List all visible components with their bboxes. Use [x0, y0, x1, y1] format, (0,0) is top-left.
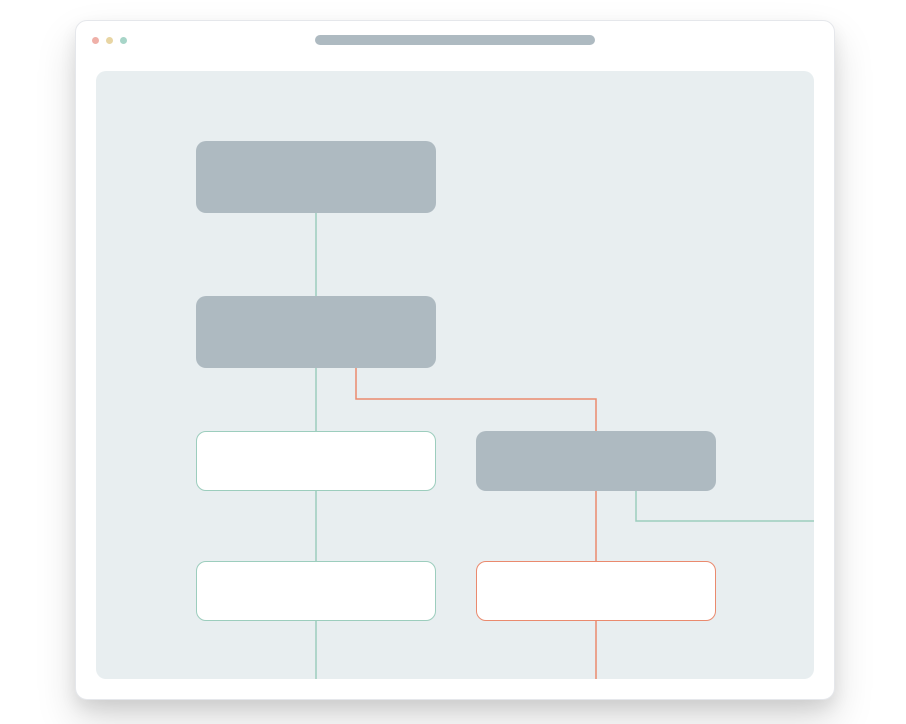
diagram-node[interactable] — [196, 561, 436, 621]
diagram-canvas[interactable] — [96, 71, 814, 679]
app-window — [75, 20, 835, 700]
connector-line — [356, 368, 596, 431]
window-titlebar — [76, 21, 834, 59]
traffic-lights — [92, 37, 127, 44]
canvas-area — [96, 71, 814, 679]
diagram-node[interactable] — [196, 296, 436, 368]
zoom-icon[interactable] — [120, 37, 127, 44]
diagram-node[interactable] — [476, 561, 716, 621]
diagram-node[interactable] — [196, 431, 436, 491]
close-icon[interactable] — [92, 37, 99, 44]
connector-line — [636, 491, 814, 521]
diagram-node[interactable] — [476, 431, 716, 491]
window-title-placeholder — [315, 35, 595, 45]
minimize-icon[interactable] — [106, 37, 113, 44]
diagram-node[interactable] — [196, 141, 436, 213]
